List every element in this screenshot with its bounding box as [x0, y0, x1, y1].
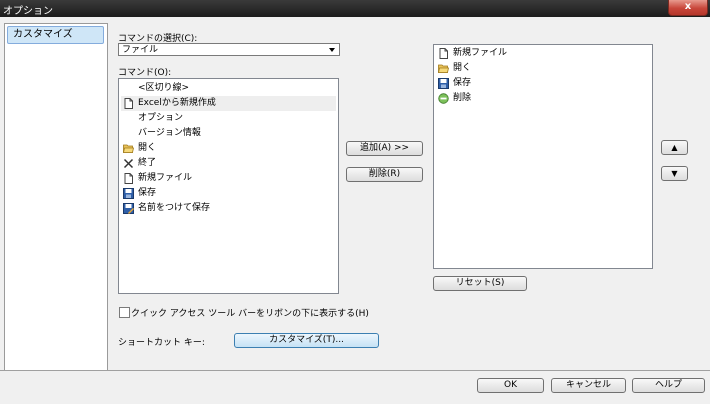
list-item-label: 開く — [453, 63, 472, 73]
list-item-label: Excelから新規作成 — [138, 98, 216, 108]
folder-open-icon — [123, 144, 134, 153]
list-item[interactable]: 終了 — [121, 156, 336, 171]
add-button[interactable]: 追加(A) >> — [346, 141, 423, 156]
folder-open-icon — [438, 64, 449, 73]
list-item[interactable]: 開く — [121, 141, 336, 156]
save-icon — [438, 78, 449, 89]
new-file-icon — [124, 98, 133, 109]
title-bar: オプション x — [0, 0, 710, 17]
list-item-label: 名前をつけて保存 — [138, 203, 211, 213]
list-item[interactable]: オプション — [121, 111, 336, 126]
command-list[interactable]: <区切り線> Excelから新規作成 オプション バージョン情報 開く 終了 新… — [118, 78, 339, 294]
list-item[interactable]: 保存 — [436, 76, 650, 91]
list-item[interactable]: 削除 — [436, 91, 650, 106]
arrow-up-icon: ▲ — [671, 143, 678, 152]
list-item[interactable]: 開く — [436, 61, 650, 76]
remove-button[interactable]: 削除(R) — [346, 167, 423, 182]
help-button[interactable]: ヘルプ — [632, 378, 705, 393]
save-as-icon — [123, 203, 134, 214]
list-item-label: 新規ファイル — [138, 173, 193, 183]
list-item-label: 開く — [138, 143, 157, 153]
shortcut-key-label: ショートカット キー: — [118, 338, 205, 348]
command-list-label: コマンド(O): — [118, 68, 172, 78]
command-category-dropdown[interactable]: ファイル — [118, 43, 340, 56]
list-item-label: 削除 — [453, 93, 472, 103]
new-file-icon — [124, 173, 133, 184]
list-item[interactable]: <区切り線> — [121, 81, 336, 96]
command-category-value: ファイル — [122, 45, 159, 55]
list-item-label: 新規ファイル — [453, 48, 508, 58]
save-icon — [123, 188, 134, 199]
chevron-down-icon — [329, 48, 335, 52]
arrow-down-icon: ▼ — [671, 169, 678, 178]
list-item-label: <区切り線> — [138, 83, 190, 93]
cancel-button[interactable]: キャンセル — [551, 378, 626, 393]
list-item[interactable]: 名前をつけて保存 — [121, 201, 336, 216]
list-item[interactable]: 保存 — [121, 186, 336, 201]
list-item[interactable]: 新規ファイル — [436, 46, 650, 61]
window-title: オプション — [3, 6, 53, 17]
new-file-icon — [439, 48, 448, 59]
options-nav: カスタマイズ — [4, 23, 108, 372]
move-down-button[interactable]: ▼ — [661, 166, 688, 181]
list-item[interactable]: Excelから新規作成 — [121, 96, 336, 111]
list-item[interactable]: 新規ファイル — [121, 171, 336, 186]
customize-shortcut-button[interactable]: カスタマイズ(T)... — [234, 333, 379, 348]
list-item[interactable]: バージョン情報 — [121, 126, 336, 141]
list-item-label: 保存 — [453, 78, 472, 88]
move-up-button[interactable]: ▲ — [661, 140, 688, 155]
ok-button[interactable]: OK — [477, 378, 544, 393]
list-item-label: 終了 — [138, 158, 157, 168]
list-item-label: 保存 — [138, 188, 157, 198]
close-x-icon — [123, 158, 134, 169]
reset-button[interactable]: リセット(S) — [433, 276, 527, 291]
delete-icon — [438, 93, 449, 104]
close-button[interactable]: x — [668, 0, 708, 16]
show-below-ribbon-checkbox[interactable] — [119, 307, 130, 318]
toolbar-command-list[interactable]: 新規ファイル 開く 保存 削除 — [433, 44, 653, 269]
show-below-ribbon-label: クイック アクセス ツール バーをリボンの下に表示する(H) — [131, 309, 369, 319]
nav-item-customize[interactable]: カスタマイズ — [7, 26, 104, 44]
list-item-label: オプション — [138, 113, 184, 123]
list-item-label: バージョン情報 — [138, 128, 201, 138]
